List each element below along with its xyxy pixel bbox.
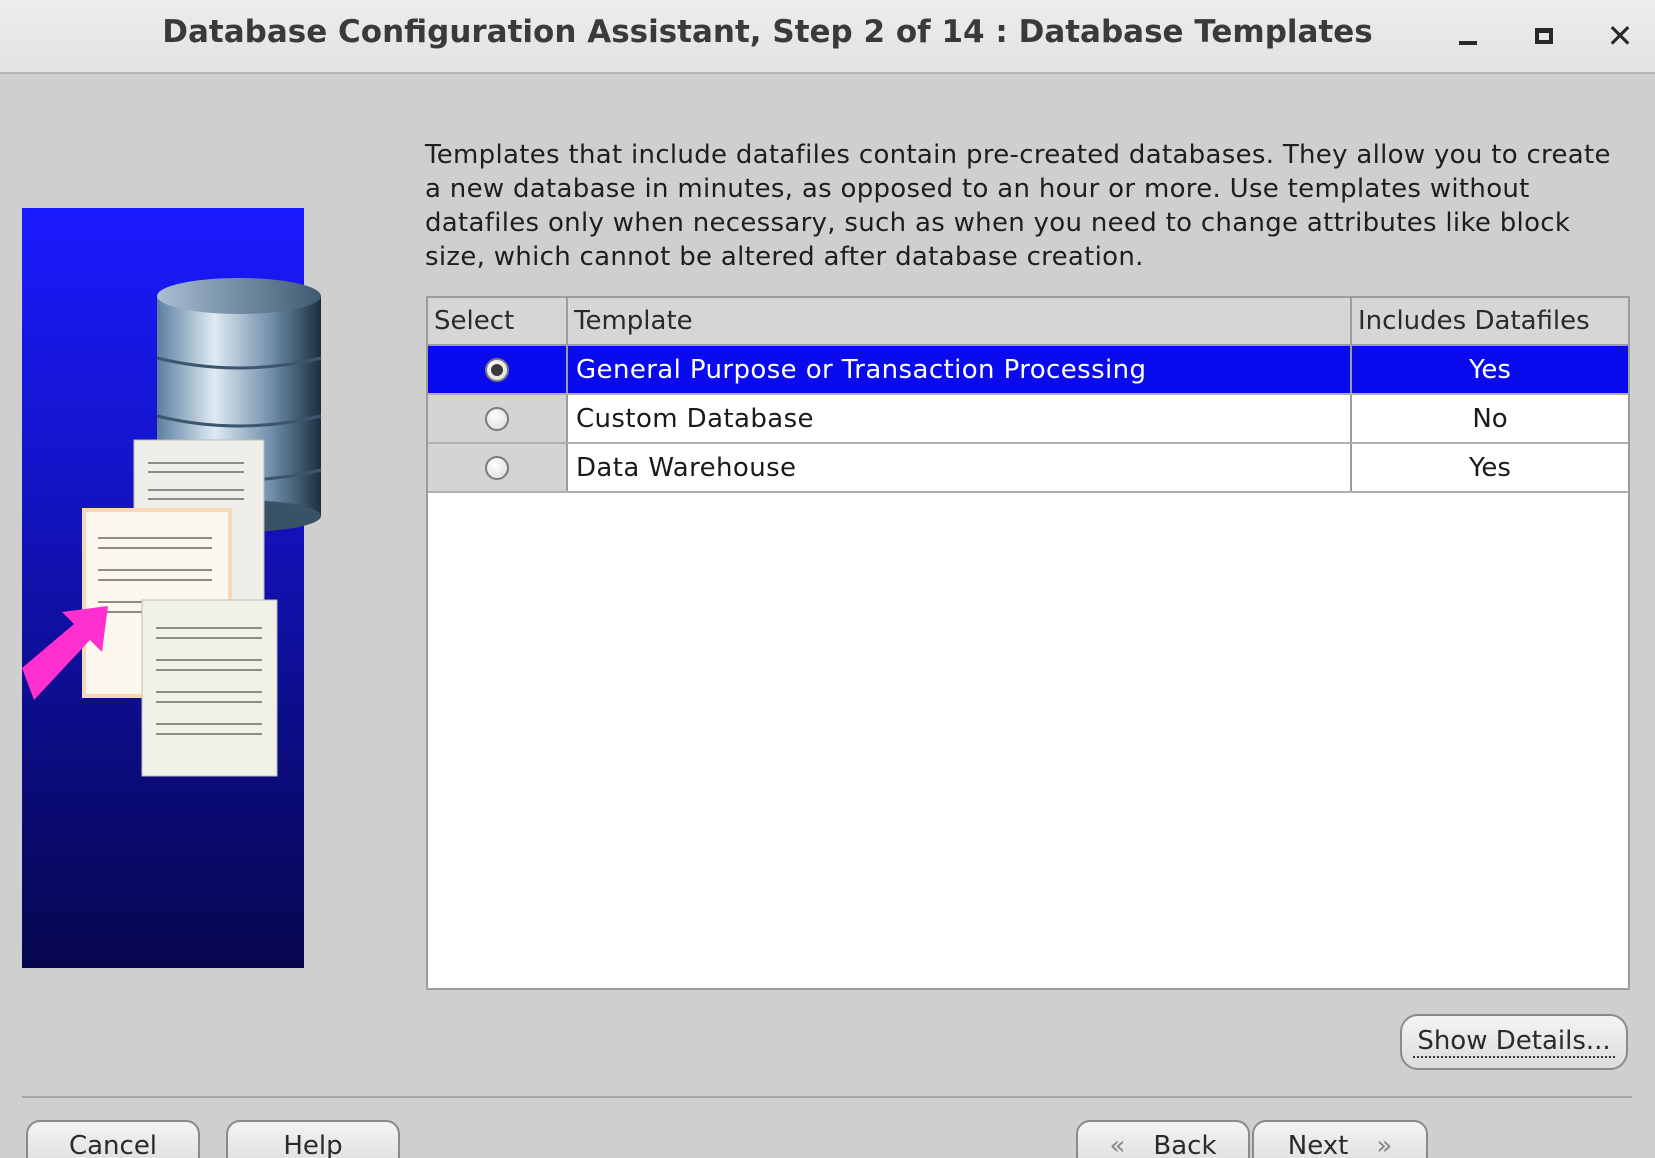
radio-custom-database[interactable] [485, 406, 509, 431]
radio-general-purpose[interactable] [485, 357, 509, 382]
next-label: Next [1287, 1131, 1349, 1158]
table-row[interactable]: General Purpose or Transaction Processin… [428, 346, 1628, 395]
templates-table: Select Template Includes Datafiles Gener… [426, 296, 1630, 990]
table-header: Select Template Includes Datafiles [428, 298, 1628, 346]
title-bar: Database Configuration Assistant, Step 2… [0, 0, 1655, 74]
help-button[interactable]: Help [226, 1120, 400, 1158]
footer-divider [22, 1096, 1632, 1098]
help-label: Help [283, 1131, 343, 1158]
show-details-label: Show Details... [1413, 1026, 1615, 1058]
template-name: General Purpose or Transaction Processin… [568, 346, 1352, 393]
table-row[interactable]: Custom Database No [428, 395, 1628, 444]
radio-data-warehouse[interactable] [485, 455, 509, 480]
chevron-left-double-icon: « [1109, 1131, 1126, 1158]
includes-datafiles: Yes [1352, 346, 1628, 393]
maximize-icon [1535, 28, 1553, 44]
cancel-button[interactable]: Cancel [26, 1120, 200, 1158]
close-button[interactable]: ✕ [1600, 16, 1640, 56]
description-text: Templates that include datafiles contain… [425, 140, 1611, 272]
minimize-icon [1459, 41, 1477, 45]
close-icon: ✕ [1606, 17, 1634, 55]
window-title: Database Configuration Assistant, Step 2… [162, 14, 1373, 50]
includes-datafiles: Yes [1469, 453, 1511, 483]
show-details-button[interactable]: Show Details... [1400, 1014, 1628, 1070]
back-button[interactable]: « Back [1076, 1120, 1250, 1158]
back-label: Back [1153, 1131, 1217, 1158]
includes-datafiles: No [1472, 404, 1508, 434]
table-row[interactable]: Data Warehouse Yes [428, 444, 1628, 493]
maximize-button[interactable] [1524, 16, 1564, 56]
template-name: Custom Database [568, 395, 1352, 442]
next-button[interactable]: Next » [1252, 1120, 1428, 1158]
template-name: Data Warehouse [568, 444, 1352, 491]
wizard-illustration [22, 208, 322, 968]
column-header-template[interactable]: Template [568, 298, 1352, 344]
minimize-button[interactable] [1448, 16, 1488, 56]
chevron-right-double-icon: » [1376, 1131, 1393, 1158]
cancel-label: Cancel [68, 1131, 158, 1158]
column-header-includes-datafiles[interactable]: Includes Datafiles [1352, 298, 1628, 344]
document-stack-icon [82, 439, 278, 777]
column-header-select[interactable]: Select [428, 298, 568, 344]
